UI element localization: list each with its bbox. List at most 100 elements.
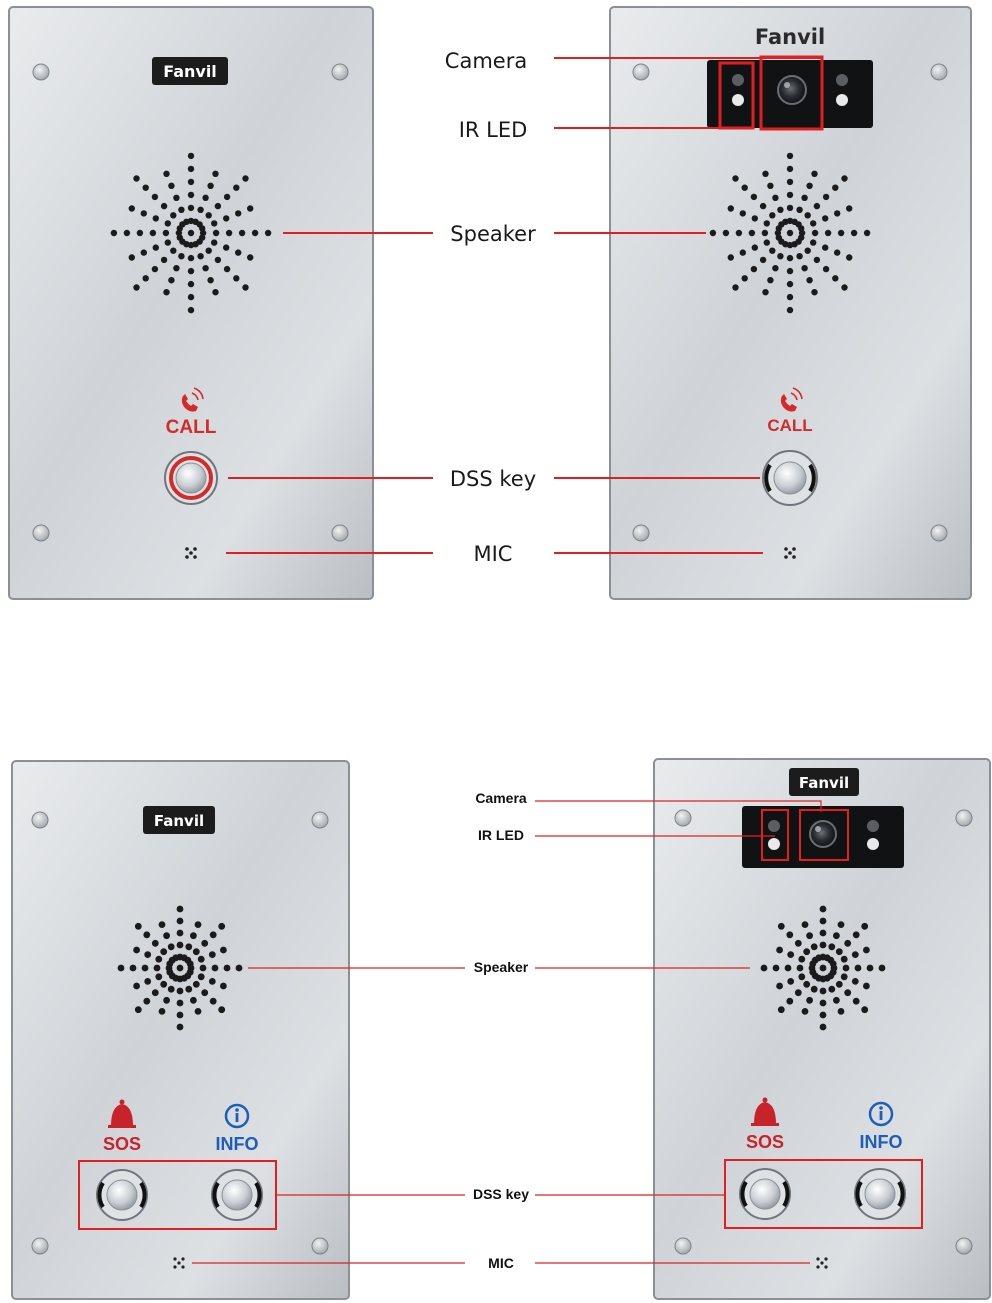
speaker-hole bbox=[863, 229, 871, 237]
speaker-hole bbox=[861, 1006, 869, 1014]
speaker-hole bbox=[811, 289, 818, 296]
speaker-hole bbox=[866, 964, 874, 972]
speaker-hole bbox=[211, 239, 218, 246]
panel-top-right: Fanvil CALL bbox=[609, 6, 972, 600]
speaker-hole bbox=[202, 265, 209, 272]
svg-text:Fanvil: Fanvil bbox=[154, 812, 204, 830]
speaker-hole bbox=[833, 932, 840, 940]
panel-bottom-left: Fanvil SOS INFO bbox=[11, 760, 350, 1300]
speaker-hole bbox=[813, 256, 821, 264]
speaker-hole bbox=[214, 202, 222, 210]
speaker-hole bbox=[762, 170, 769, 177]
speaker-hole bbox=[110, 229, 118, 237]
info-label: INFO bbox=[860, 1132, 903, 1152]
speaker-hole bbox=[776, 982, 783, 990]
speaker-hole bbox=[163, 289, 170, 296]
speaker-hole bbox=[794, 989, 802, 997]
speaker-hole bbox=[822, 244, 829, 251]
speaker-hole bbox=[187, 178, 195, 186]
speaker-hole bbox=[777, 206, 784, 213]
speaker-hole bbox=[806, 996, 813, 1004]
speaker-hole bbox=[235, 210, 242, 217]
speaker-hole bbox=[187, 280, 195, 288]
speaker-hole bbox=[128, 205, 135, 212]
panel-bottom-right: Fanvil SOS INFO bbox=[653, 758, 991, 1300]
speaker-hole bbox=[170, 212, 177, 219]
speaker-hole bbox=[801, 921, 809, 928]
brand-logo: Fanvil bbox=[789, 768, 859, 796]
speaker-hole bbox=[223, 244, 230, 251]
speaker-hole bbox=[798, 973, 806, 981]
speaker-hole bbox=[819, 905, 827, 913]
speaker-hole bbox=[133, 284, 140, 291]
speaker-hole bbox=[819, 987, 827, 995]
speaker-hole bbox=[727, 205, 734, 212]
speaker-hole bbox=[128, 254, 135, 261]
dss-key-button[interactable] bbox=[164, 451, 218, 505]
speaker-hole bbox=[199, 225, 206, 232]
speaker-hole bbox=[852, 931, 860, 939]
sos-dss-key-button[interactable] bbox=[739, 1168, 791, 1220]
sos-dss-key-button[interactable] bbox=[96, 1169, 148, 1221]
speaker-hole bbox=[750, 193, 758, 201]
speaker-hole bbox=[194, 921, 202, 928]
speaker-hole bbox=[819, 964, 827, 972]
speaker-hole bbox=[751, 215, 758, 222]
speaker-hole bbox=[201, 989, 209, 997]
speaker-hole bbox=[801, 265, 808, 272]
speaker-hole bbox=[223, 193, 231, 201]
speaker-callout: Speaker bbox=[450, 222, 536, 246]
speaker-hole bbox=[732, 175, 739, 182]
speaker-hole bbox=[803, 980, 811, 988]
speaker-hole bbox=[207, 277, 214, 284]
speaker-hole bbox=[187, 191, 195, 199]
speaker-hole bbox=[192, 980, 200, 988]
camera-callout: Camera bbox=[445, 49, 527, 73]
speaker-hole bbox=[117, 964, 125, 972]
info-dss-key-button[interactable] bbox=[854, 1168, 906, 1220]
speaker-hole bbox=[178, 206, 185, 213]
speaker-hole bbox=[787, 978, 795, 985]
speaker-hole bbox=[238, 229, 246, 237]
speaker-hole bbox=[207, 182, 214, 189]
speaker-hole bbox=[852, 997, 860, 1005]
speaker-hole bbox=[822, 193, 830, 201]
info-dss-key-button[interactable] bbox=[211, 1169, 263, 1221]
speaker-hole bbox=[187, 165, 195, 173]
ir-led-callout: IR LED bbox=[459, 118, 528, 142]
speaker-hole bbox=[194, 1008, 202, 1015]
dss-key-button[interactable] bbox=[762, 450, 818, 506]
speaker-hole bbox=[136, 229, 144, 237]
speaker-hole bbox=[133, 946, 141, 954]
speaker-hole bbox=[197, 206, 204, 213]
speaker-hole bbox=[727, 254, 734, 261]
speaker-hole bbox=[854, 964, 862, 972]
speaker-hole bbox=[176, 905, 184, 913]
speaker-hole bbox=[205, 247, 212, 254]
speaker-hole bbox=[832, 275, 839, 282]
speaker-hole bbox=[190, 996, 197, 1004]
speaker-hole bbox=[242, 175, 249, 182]
device-diagram: Fanvil CALL Fanvil CALL Camera IR LED Sp… bbox=[8, 6, 991, 1300]
speaker-hole bbox=[722, 229, 730, 237]
speaker-hole bbox=[142, 275, 149, 282]
speaker-hole bbox=[772, 964, 780, 972]
speaker-hole bbox=[144, 978, 152, 985]
mic-callout: MIC bbox=[488, 1255, 514, 1271]
speaker-hole bbox=[163, 170, 170, 177]
speaker-hole bbox=[837, 1008, 845, 1015]
speaker-hole bbox=[209, 997, 217, 1005]
speaker-hole bbox=[242, 284, 249, 291]
speaker-hole bbox=[796, 253, 803, 260]
speaker-hole bbox=[225, 229, 233, 237]
svg-text:Fanvil: Fanvil bbox=[163, 62, 217, 81]
dss-key-callout: DSS key bbox=[450, 467, 536, 491]
speaker-hole bbox=[786, 191, 794, 199]
speaker-hole bbox=[160, 980, 168, 988]
speaker-hole bbox=[829, 960, 837, 968]
speaker-hole bbox=[251, 229, 259, 237]
speaker-hole bbox=[173, 194, 180, 201]
speaker-hole bbox=[185, 985, 193, 993]
speaker-hole bbox=[162, 229, 170, 237]
speaker-hole bbox=[786, 229, 794, 237]
